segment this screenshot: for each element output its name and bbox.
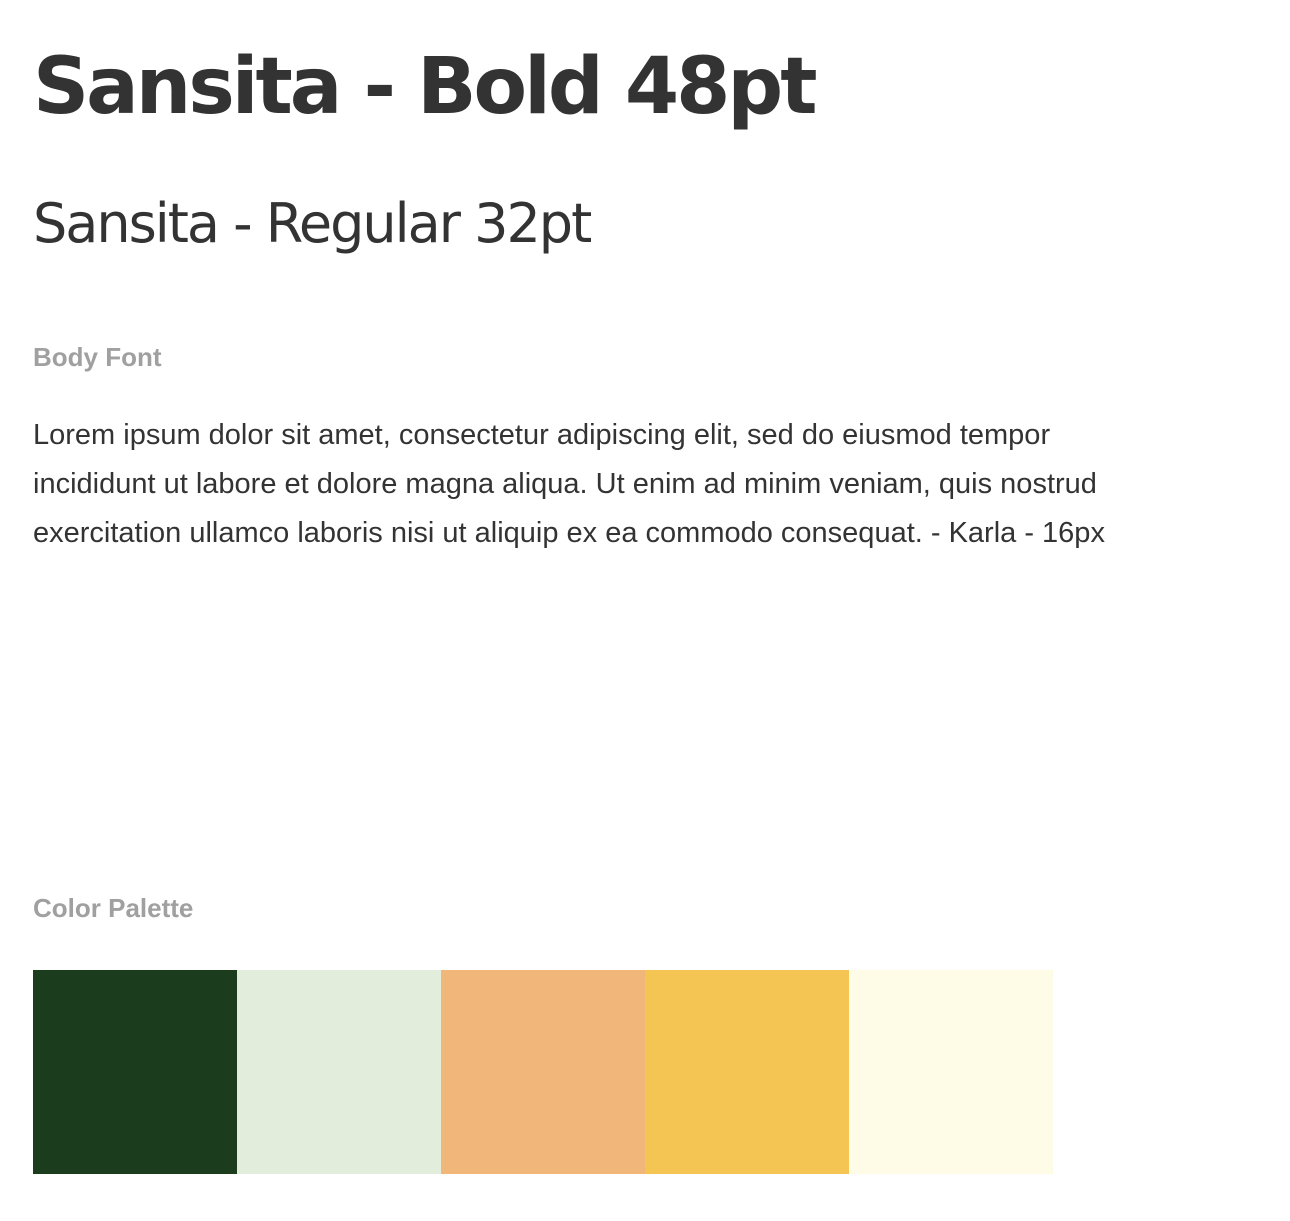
color-swatch-dark-green <box>33 970 237 1174</box>
color-swatch-cream <box>849 970 1053 1174</box>
body-font-sample-text: Lorem ipsum dolor sit amet, consectetur … <box>33 419 1105 549</box>
body-font-label: Body Font <box>33 342 162 372</box>
color-palette <box>33 970 1053 1174</box>
color-swatch-yellow <box>645 970 849 1174</box>
heading-regular-sample: Sansita - Regular 32pt <box>33 192 592 255</box>
color-swatch-pale-green <box>237 970 441 1174</box>
heading-bold-sample: Sansita - Bold 48pt <box>33 42 818 132</box>
color-palette-label: Color Palette <box>33 893 194 923</box>
color-swatch-peach <box>441 970 645 1174</box>
